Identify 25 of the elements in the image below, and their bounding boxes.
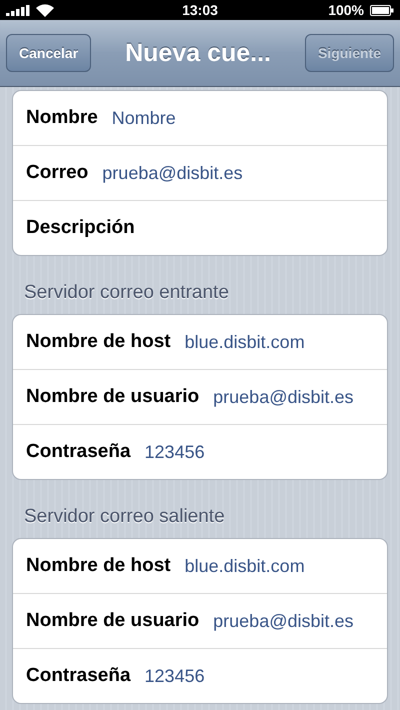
field-label: Nombre de host xyxy=(26,331,171,353)
field-label: Nombre xyxy=(26,107,98,129)
field-value[interactable]: prueba@disbit.es xyxy=(102,162,243,184)
battery-icon xyxy=(370,4,394,16)
section-header: Servidor correo saliente xyxy=(23,505,226,529)
wifi-icon xyxy=(36,4,54,16)
field-value[interactable]: blue.disbit.com xyxy=(184,556,305,576)
field-label: Correo xyxy=(26,162,88,184)
signal-icon xyxy=(6,4,30,16)
status-time: 13:03 xyxy=(182,2,218,18)
field-value[interactable]: 123456 xyxy=(144,666,205,686)
field-label: Descripción xyxy=(26,217,135,239)
field-label: Nombre de usuario xyxy=(26,610,200,632)
field-label: Contraseña xyxy=(26,665,131,687)
field-label: Contraseña xyxy=(26,441,131,463)
field-value[interactable]: prueba@disbit.es xyxy=(213,610,354,632)
field-value[interactable]: 123456 xyxy=(144,442,205,462)
nav-title: Nueva cue... xyxy=(125,38,272,68)
field-value[interactable]: Nombre xyxy=(112,108,176,128)
field-value[interactable]: prueba@disbit.es xyxy=(213,386,354,408)
field-label: Nombre de host xyxy=(26,555,171,577)
field-value[interactable]: blue.disbit.com xyxy=(184,332,305,352)
battery-percent: 100% xyxy=(328,2,364,18)
field-label: Nombre de usuario xyxy=(26,386,200,408)
section-header: Servidor correo entrante xyxy=(23,281,230,305)
